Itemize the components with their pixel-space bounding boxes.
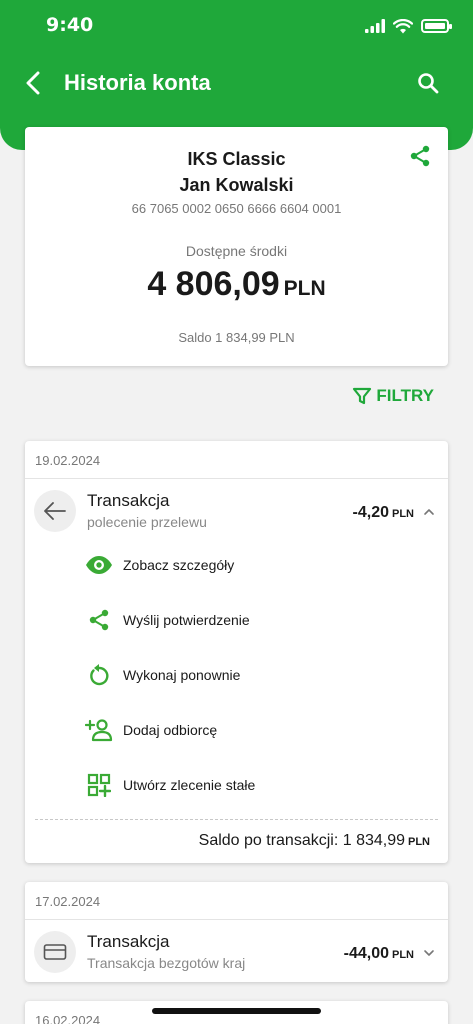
status-time: 9:40 <box>46 14 94 36</box>
saldo-after-value: Saldo po transakcji: 1 834,99 <box>198 832 405 849</box>
transaction-icon <box>34 931 76 973</box>
filters-button[interactable]: FILTRY <box>352 384 434 408</box>
back-button[interactable] <box>18 68 48 98</box>
available-amount-currency: PLN <box>283 277 326 300</box>
action-add-recipient[interactable]: Dodaj odbiorcę <box>85 713 217 747</box>
saldo-after-transaction: Saldo po transakcji: 1 834,99 PLN <box>199 832 430 850</box>
transaction-subtitle: Transakcja bezgotów kraj <box>87 955 246 971</box>
account-saldo: Saldo 1 834,99 PLN <box>178 330 295 345</box>
action-label: Dodaj odbiorcę <box>123 722 218 738</box>
action-create-standing-order[interactable]: Utwórz zlecenie stałe <box>85 768 255 802</box>
transaction-amount-value: -4,20 <box>352 504 389 521</box>
grid-plus-icon <box>85 771 113 799</box>
transaction-row[interactable]: Transakcja polecenie przelewu -4,20 PLN <box>25 479 448 541</box>
battery-icon <box>421 19 452 33</box>
transaction-amount: -44,00 PLN <box>344 945 414 963</box>
account-name: IKS Classic <box>187 149 286 169</box>
transaction-amount-value: -44,00 <box>343 945 389 962</box>
action-repeat[interactable]: Wykonaj ponownie <box>85 658 240 692</box>
account-owner: Jan Kowalski <box>179 175 294 195</box>
status-bar: 9:40 <box>0 0 473 52</box>
arrow-left-icon <box>44 502 66 520</box>
transaction-amount-currency: PLN <box>392 508 414 520</box>
available-funds-label: Dostępne środki <box>185 243 288 259</box>
saldo-after-currency: PLN <box>408 836 430 848</box>
repeat-icon <box>85 661 113 689</box>
wifi-icon <box>393 18 413 33</box>
date-header: 19.02.2024 <box>25 441 448 479</box>
transaction-title: Transakcja <box>87 491 170 510</box>
date-header: 17.02.2024 <box>25 882 448 920</box>
account-card: IKS Classic Jan Kowalski 66 7065 0002 06… <box>25 127 448 366</box>
filters-label: FILTRY <box>376 386 434 405</box>
action-send-confirmation[interactable]: Wyślij potwierdzenie <box>85 603 250 637</box>
date-label: 16.02.2024 <box>35 1013 101 1024</box>
transaction-group: 17.02.2024 Transakcja Transakcja bezgotó… <box>25 882 448 982</box>
eye-icon <box>85 551 113 579</box>
signal-icon <box>365 19 385 33</box>
account-number: 66 7065 0002 0650 6666 6604 0001 <box>131 201 342 216</box>
chevron-left-icon <box>26 71 40 95</box>
search-icon <box>418 73 439 94</box>
home-indicator <box>152 1008 321 1014</box>
action-label: Wyślij potwierdzenie <box>123 612 250 628</box>
date-label: 17.02.2024 <box>35 894 101 909</box>
nav-bar: Historia konta <box>0 60 473 106</box>
transaction-subtitle: polecenie przelewu <box>87 514 207 530</box>
divider <box>35 819 438 820</box>
transaction-icon <box>34 490 76 532</box>
transaction-amount-currency: PLN <box>392 949 414 961</box>
action-view-details[interactable]: Zobacz szczegóły <box>85 548 234 582</box>
card-icon <box>43 944 67 960</box>
chevron-up-icon[interactable] <box>423 506 435 518</box>
share-icon <box>85 606 113 634</box>
add-person-icon <box>85 716 113 744</box>
search-button[interactable] <box>413 68 443 98</box>
page-title: Historia konta <box>64 70 211 95</box>
transaction-row[interactable]: Transakcja Transakcja bezgotów kraj -44,… <box>25 920 448 982</box>
chevron-down-icon[interactable] <box>423 947 435 959</box>
filter-icon <box>353 387 372 405</box>
date-label: 19.02.2024 <box>35 453 101 468</box>
status-icons <box>365 14 452 38</box>
action-label: Wykonaj ponownie <box>123 667 241 683</box>
transaction-group: 19.02.2024 Transakcja polecenie przelewu… <box>25 441 448 863</box>
transaction-amount: -4,20 PLN <box>353 504 414 522</box>
transaction-title: Transakcja <box>87 932 170 951</box>
available-amount-value: 4 806,09 <box>147 265 280 303</box>
action-label: Zobacz szczegóły <box>123 557 235 573</box>
available-funds-amount: 4 806,09 PLN <box>25 265 448 304</box>
action-label: Utwórz zlecenie stałe <box>123 777 256 793</box>
